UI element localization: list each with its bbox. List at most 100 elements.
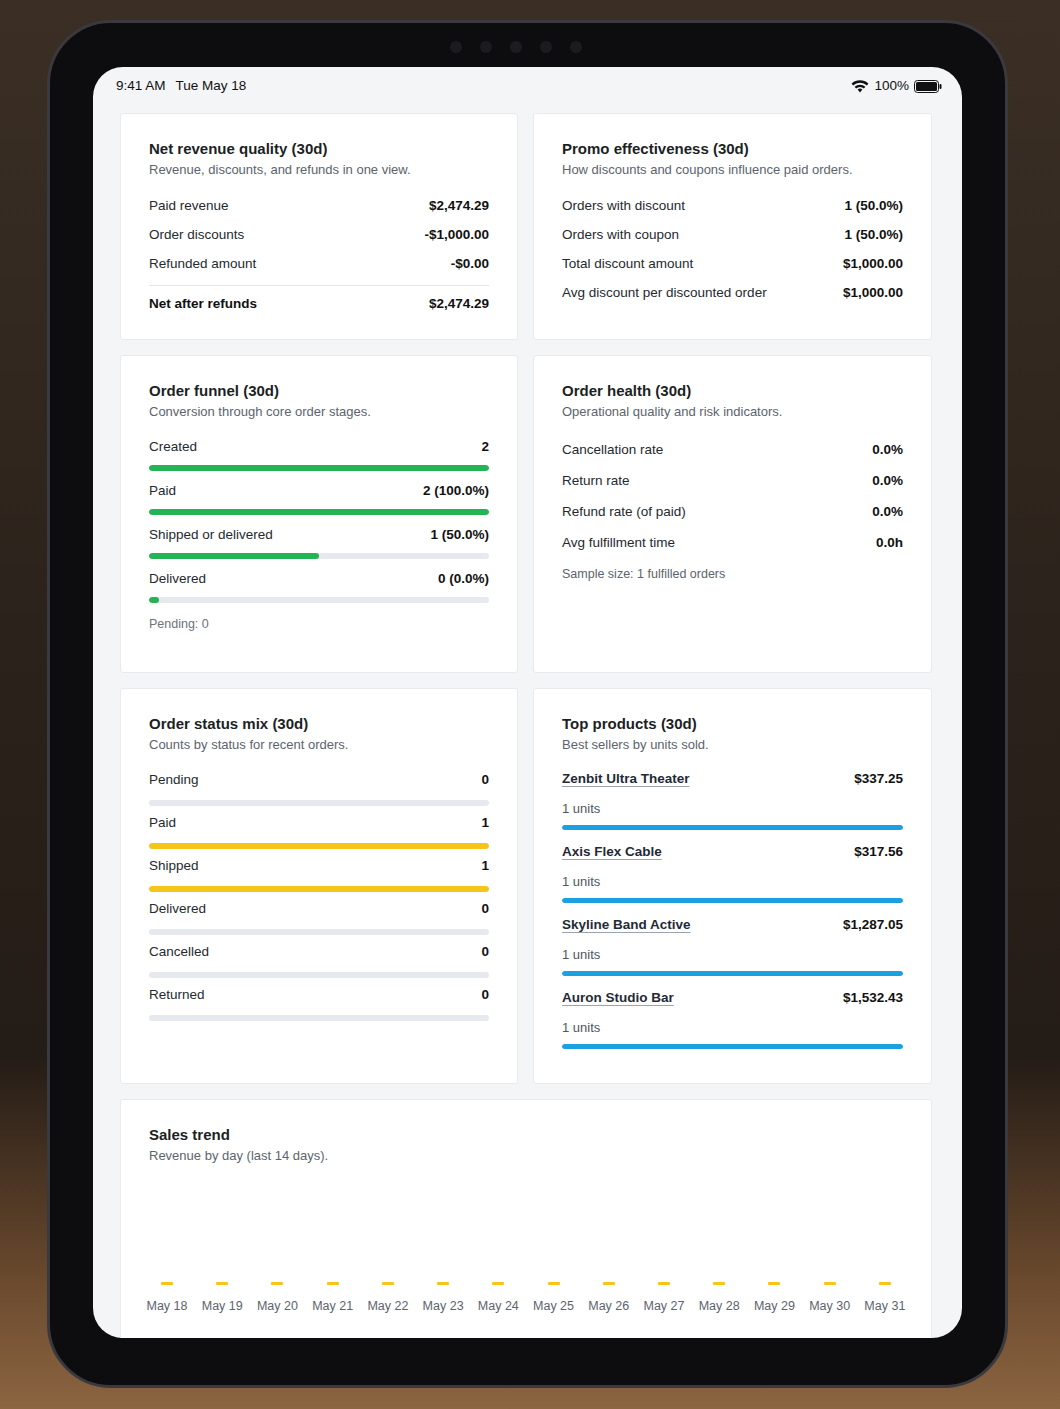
funnel-list: Created2 Paid2 (100.0%) Shipped or deliver… bbox=[149, 437, 489, 603]
chart-plot-area bbox=[473, 1185, 523, 1285]
bar-track bbox=[149, 1015, 489, 1021]
product-revenue: $1,532.43 bbox=[843, 988, 903, 1008]
metric-value: -$1,000.00 bbox=[424, 225, 489, 245]
card-subtitle: Operational quality and risk indicators. bbox=[562, 403, 903, 421]
chart-bar bbox=[161, 1282, 173, 1285]
metric-value: 2 (100.0%) bbox=[423, 481, 489, 501]
bar-track bbox=[149, 597, 489, 603]
metric-label: Refund rate (of paid) bbox=[562, 502, 686, 522]
product-link[interactable]: Skyline Band Active bbox=[562, 915, 691, 935]
metric-label: Returned bbox=[149, 985, 205, 1005]
camera-dot bbox=[570, 41, 582, 53]
card-subtitle: Best sellers by units sold. bbox=[562, 736, 903, 754]
card-subtitle: Revenue by day (last 14 days). bbox=[149, 1147, 903, 1165]
metric-row: Refunded amount-$0.00 bbox=[149, 250, 489, 279]
metric-row: Cancellation rate0.0% bbox=[562, 435, 903, 466]
product-units: 1 units bbox=[562, 872, 903, 892]
chart-day-label: May 18 bbox=[147, 1297, 188, 1316]
product-revenue: $317.56 bbox=[854, 842, 903, 862]
metric-label: Paid revenue bbox=[149, 196, 229, 216]
metric-value: 0 bbox=[481, 985, 489, 1005]
battery-icon bbox=[914, 80, 942, 93]
tablet: 9:41 AMTue May 18100%Net revenue quality… bbox=[47, 20, 1008, 1388]
funnel-stage: Delivered0 (0.0%) bbox=[149, 569, 489, 603]
wifi-icon bbox=[851, 80, 869, 93]
card-title: Sales trend bbox=[149, 1125, 903, 1145]
chart-day-label: May 24 bbox=[478, 1297, 519, 1316]
metric-label: Refunded amount bbox=[149, 254, 256, 274]
bar-track bbox=[562, 1044, 903, 1049]
metric-label: Cancellation rate bbox=[562, 440, 663, 460]
bar-fill bbox=[149, 553, 319, 559]
product-head: Auron Studio Bar $1,532.43 bbox=[562, 988, 903, 1008]
metric-label: Order discounts bbox=[149, 225, 244, 245]
metric-row: Delivered0 bbox=[149, 899, 489, 919]
sales-trend-card: Sales trend Revenue by day (last 14 days)… bbox=[120, 1099, 932, 1338]
chart-plot-area bbox=[252, 1185, 302, 1285]
metric-label: Paid bbox=[149, 813, 176, 833]
product-link[interactable]: Auron Studio Bar bbox=[562, 988, 674, 1008]
chart-column: May 30 bbox=[805, 1185, 855, 1316]
metric-row: Orders with coupon1 (50.0%) bbox=[562, 221, 903, 250]
status-bar: 9:41 AMTue May 18100% bbox=[120, 67, 932, 113]
bar-track bbox=[149, 800, 489, 806]
card-subtitle: Revenue, discounts, and refunds in one v… bbox=[149, 161, 489, 179]
chart-column: May 19 bbox=[197, 1185, 247, 1316]
camera-dot bbox=[510, 41, 522, 53]
metric-row: Order discounts -$1,000.00 bbox=[149, 221, 489, 250]
chart-plot-area bbox=[694, 1185, 744, 1285]
metric-value: $2,474.29 bbox=[429, 196, 489, 216]
metric-row: Cancelled0 bbox=[149, 942, 489, 962]
chart-column: May 31 bbox=[860, 1185, 910, 1316]
product-row: Skyline Band Active$1,287.051 units bbox=[562, 915, 903, 976]
clock: 9:41 AM bbox=[116, 76, 166, 96]
metric-row: Paid revenue $2,474.29 bbox=[149, 192, 489, 221]
product-row: Zenbit Ultra Theater$337.251 units bbox=[562, 769, 903, 830]
chart-column: May 26 bbox=[584, 1185, 634, 1316]
chart-bar bbox=[271, 1282, 283, 1285]
chart-column: May 24 bbox=[473, 1185, 523, 1316]
status-left: 9:41 AM Tue May 18 bbox=[116, 76, 246, 104]
metric-value: 0 bbox=[481, 942, 489, 962]
metric-row: Net after refunds$2,474.29 bbox=[149, 285, 489, 319]
chart-column: May 21 bbox=[308, 1185, 358, 1316]
metric-row: Orders with discount1 (50.0%) bbox=[562, 192, 903, 221]
bar-fill bbox=[149, 597, 159, 603]
camera-dot bbox=[480, 41, 492, 53]
bar-fill bbox=[562, 1044, 903, 1049]
metric-value: 1 bbox=[481, 813, 489, 833]
chart-bar bbox=[713, 1282, 725, 1285]
chart-bar bbox=[327, 1282, 339, 1285]
funnel-stage: Paid2 (100.0%) bbox=[149, 481, 489, 515]
product-link[interactable]: Zenbit Ultra Theater bbox=[562, 769, 690, 789]
camera-dot bbox=[450, 41, 462, 53]
metric-row: Shipped or delivered1 (50.0%) bbox=[149, 525, 489, 545]
date: Tue May 18 bbox=[176, 76, 247, 96]
camera-cluster bbox=[450, 41, 582, 53]
metric-list: Orders with discount1 (50.0%)Orders with… bbox=[562, 192, 903, 308]
chart-day-label: May 26 bbox=[588, 1297, 629, 1316]
metric-label: Pending bbox=[149, 770, 199, 790]
chart-column: May 22 bbox=[363, 1185, 413, 1316]
chart-plot-area bbox=[197, 1185, 247, 1285]
chart-day-label: May 25 bbox=[533, 1297, 574, 1316]
chart-plot-area bbox=[142, 1185, 192, 1285]
product-link[interactable]: Axis Flex Cable bbox=[562, 842, 662, 862]
metric-value: $1,000.00 bbox=[843, 283, 903, 303]
status-row: Cancelled0 bbox=[149, 942, 489, 978]
metric-row: Paid2 (100.0%) bbox=[149, 481, 489, 501]
card-title: Top products (30d) bbox=[562, 714, 903, 734]
bar-fill bbox=[149, 509, 489, 515]
chart-bar bbox=[492, 1282, 504, 1285]
metric-row: Pending0 bbox=[149, 770, 489, 790]
metric-row: Shipped1 bbox=[149, 856, 489, 876]
order-health-card: Order health (30d)Operational quality an… bbox=[533, 355, 932, 673]
status-mix-card: Order status mix (30d)Counts by status f… bbox=[120, 688, 518, 1084]
metric-row: Paid 1 bbox=[149, 813, 489, 833]
chart-plot-area bbox=[363, 1185, 413, 1285]
metric-value: $2,474.29 bbox=[429, 294, 489, 314]
funnel-stage: Created2 bbox=[149, 437, 489, 471]
metric-value: 0 bbox=[481, 899, 489, 919]
product-list: Zenbit Ultra Theater$337.251 units Axis F… bbox=[562, 769, 903, 1049]
metric-value: 0 (0.0%) bbox=[438, 569, 489, 589]
